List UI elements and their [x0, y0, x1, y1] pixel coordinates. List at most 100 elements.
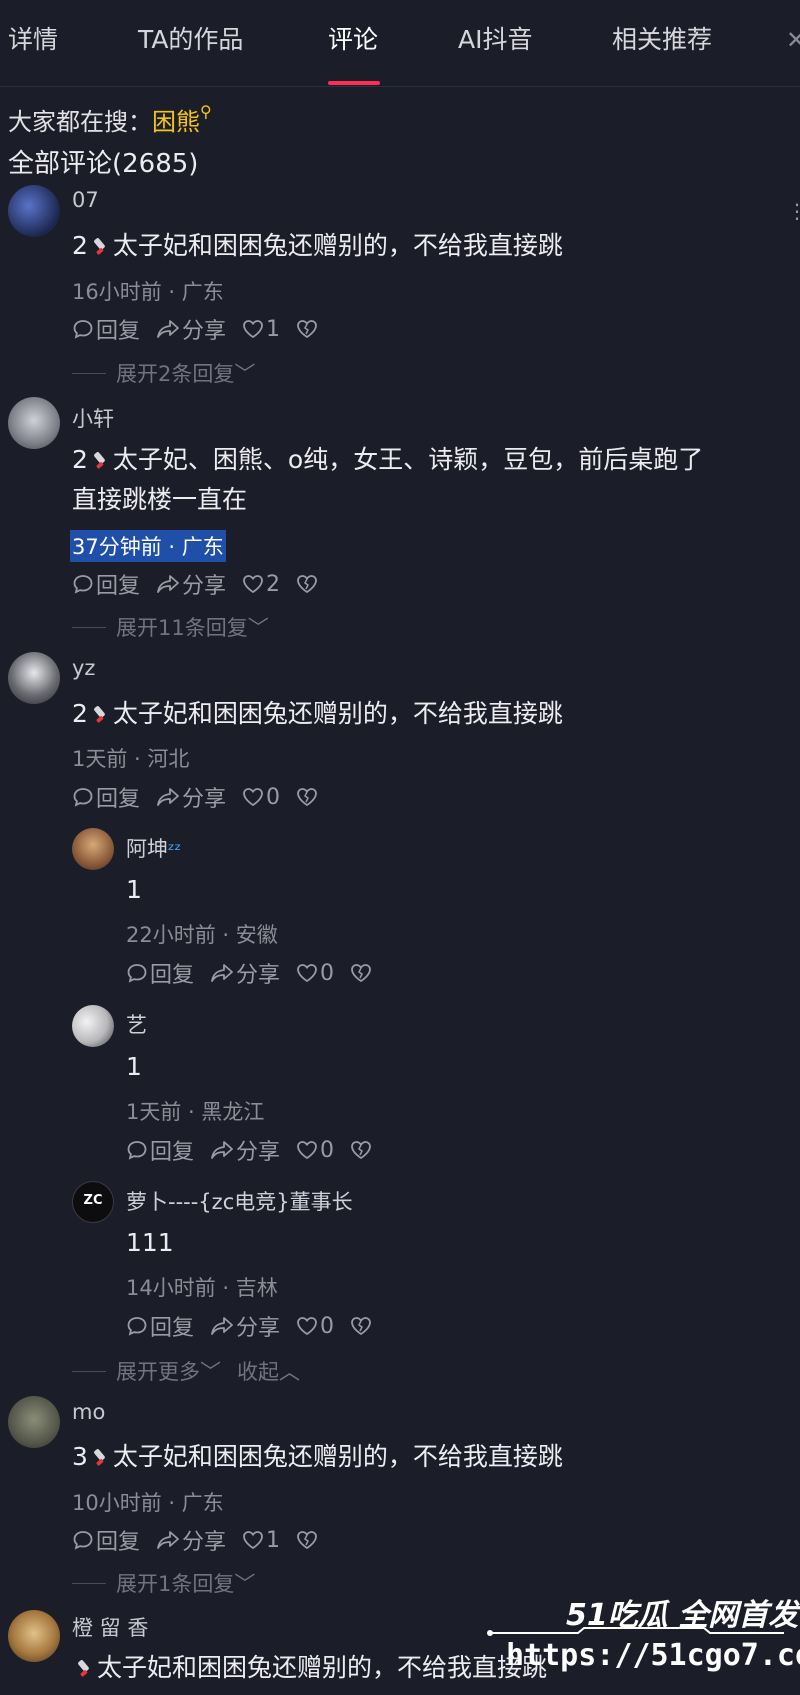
- reply-button[interactable]: 回复: [126, 957, 194, 989]
- like-count: 1: [266, 316, 281, 342]
- like-button[interactable]: 0: [296, 1314, 334, 1339]
- expand-label: 展开11条回复: [116, 616, 248, 640]
- like-count: 0: [320, 1137, 335, 1163]
- like-button[interactable]: 1: [242, 317, 280, 342]
- dislike-button[interactable]: [296, 1530, 320, 1550]
- tab-works[interactable]: TA的作品: [138, 20, 243, 56]
- avatar[interactable]: [8, 652, 60, 704]
- comment-text-line2: 直接跳楼一直在: [72, 485, 248, 514]
- comment-body: 太子妃和困困兔还赠别的，不给我直接跳: [112, 1442, 563, 1471]
- reply-username[interactable]: 艺: [126, 1009, 147, 1039]
- avatar[interactable]: [8, 1396, 60, 1448]
- reply-username-text: 阿坤: [126, 837, 168, 861]
- like-count: 0: [266, 784, 281, 810]
- reply-button[interactable]: 回复: [72, 313, 140, 345]
- comment-username[interactable]: 07: [72, 188, 99, 212]
- tab-details[interactable]: 详情: [8, 20, 58, 56]
- close-icon[interactable]: ✕: [786, 26, 800, 54]
- comment-username[interactable]: 橙 留 香: [72, 1612, 148, 1642]
- reply-button[interactable]: 回复: [72, 781, 140, 813]
- reply-button[interactable]: 回复: [72, 568, 140, 600]
- broken-heart-icon: [297, 1531, 317, 1550]
- avatar[interactable]: [8, 1610, 60, 1662]
- reply-icon: [73, 1531, 93, 1550]
- reply-actions: 回复 分享 0: [126, 1310, 390, 1342]
- share-button[interactable]: 分享: [156, 568, 226, 600]
- knife-emoji-icon: [94, 706, 105, 723]
- hot-search-keyword[interactable]: 困熊: [152, 108, 200, 136]
- like-button[interactable]: 0: [296, 961, 334, 986]
- share-button[interactable]: 分享: [156, 781, 226, 813]
- reply-username[interactable]: 萝卜----{zc电竞}董事长: [126, 1186, 353, 1216]
- share-icon: [157, 788, 179, 806]
- share-button[interactable]: 分享: [156, 1524, 226, 1556]
- collapse-button[interactable]: 收起︿: [237, 1356, 300, 1386]
- chevron-down-icon: ﹀: [200, 1360, 221, 1384]
- reply-username[interactable]: 阿坤ᶻᶻ: [126, 833, 181, 863]
- expand-replies[interactable]: 展开2条回复 ﹀: [72, 358, 255, 388]
- reply-button[interactable]: 回复: [72, 1524, 140, 1556]
- more-icon[interactable]: ⋮: [787, 199, 800, 223]
- reply-button[interactable]: 回复: [126, 1134, 194, 1166]
- share-button[interactable]: 分享: [210, 957, 280, 989]
- dislike-button[interactable]: [350, 1316, 374, 1336]
- comment-body: 太子妃和困困兔还赠别的，不给我直接跳: [112, 699, 563, 728]
- reply-text: 1: [126, 1052, 142, 1081]
- comment-username[interactable]: mo: [72, 1400, 105, 1424]
- watermark: 51吃瓜 全网首发 https://51cgo7.com: [486, 1590, 800, 1690]
- avatar[interactable]: ZC: [72, 1181, 114, 1223]
- comment-meta: 37分钟前 · 广东: [70, 530, 226, 562]
- avatar[interactable]: [8, 397, 60, 449]
- share-label: 分享: [182, 1530, 227, 1555]
- reply-meta: 14小时前 · 吉林: [126, 1276, 278, 1300]
- reply-text: 1: [126, 875, 142, 904]
- comment-text: 2 太子妃、困熊、o纯，女王、诗颖，豆包，前后桌跑了: [72, 440, 703, 480]
- tab-comments[interactable]: 评论: [328, 20, 378, 56]
- comment-username[interactable]: 小轩: [72, 403, 114, 433]
- share-label: 分享: [236, 1140, 281, 1165]
- tab-ai-douyin[interactable]: AI抖音: [458, 20, 532, 56]
- like-count: 2: [266, 571, 281, 597]
- comment-prefix: 3: [72, 1442, 88, 1471]
- reply-icon: [73, 320, 93, 339]
- comment-actions: 回复 分享 0: [72, 781, 336, 813]
- like-button[interactable]: 0: [242, 785, 280, 810]
- reply-label: 回复: [96, 574, 141, 599]
- dislike-button[interactable]: [296, 574, 320, 594]
- divider: [72, 372, 106, 374]
- share-icon: [157, 1531, 179, 1549]
- divider: [72, 626, 106, 628]
- broken-heart-icon: [351, 964, 371, 983]
- dislike-button[interactable]: [350, 1140, 374, 1160]
- avatar[interactable]: [72, 828, 114, 870]
- dislike-button[interactable]: [296, 787, 320, 807]
- heart-icon: [243, 320, 263, 339]
- tab-related[interactable]: 相关推荐: [612, 20, 712, 56]
- dislike-button[interactable]: [296, 319, 320, 339]
- share-icon: [211, 1141, 233, 1159]
- heart-icon: [297, 1317, 317, 1336]
- like-button[interactable]: 0: [296, 1138, 334, 1163]
- avatar[interactable]: [8, 185, 60, 237]
- comment-actions: 回复 分享 1: [72, 313, 336, 345]
- like-button[interactable]: 2: [242, 572, 280, 597]
- expand-more-button[interactable]: 展开更多﹀: [116, 1356, 221, 1386]
- reply-button[interactable]: 回复: [126, 1310, 194, 1342]
- share-button[interactable]: 分享: [210, 1310, 280, 1342]
- share-label: 分享: [236, 1316, 281, 1341]
- reply-label: 回复: [150, 1140, 195, 1165]
- dislike-button[interactable]: [350, 963, 374, 983]
- avatar[interactable]: [72, 1005, 114, 1047]
- chevron-down-icon: ﹀: [234, 1572, 256, 1596]
- comment-prefix: 2: [72, 231, 88, 260]
- share-button[interactable]: 分享: [210, 1134, 280, 1166]
- share-button[interactable]: 分享: [156, 313, 226, 345]
- comment-username[interactable]: yz: [72, 656, 95, 680]
- heart-icon: [243, 788, 263, 807]
- expand-replies[interactable]: 展开1条回复 ﹀: [72, 1568, 255, 1598]
- expand-replies[interactable]: 展开11条回复 ﹀: [72, 612, 269, 642]
- like-button[interactable]: 1: [242, 1528, 280, 1553]
- broken-heart-icon: [297, 320, 317, 339]
- comment-text: 2 太子妃和困困兔还赠别的，不给我直接跳: [72, 226, 563, 266]
- knife-emoji-icon: [94, 452, 105, 469]
